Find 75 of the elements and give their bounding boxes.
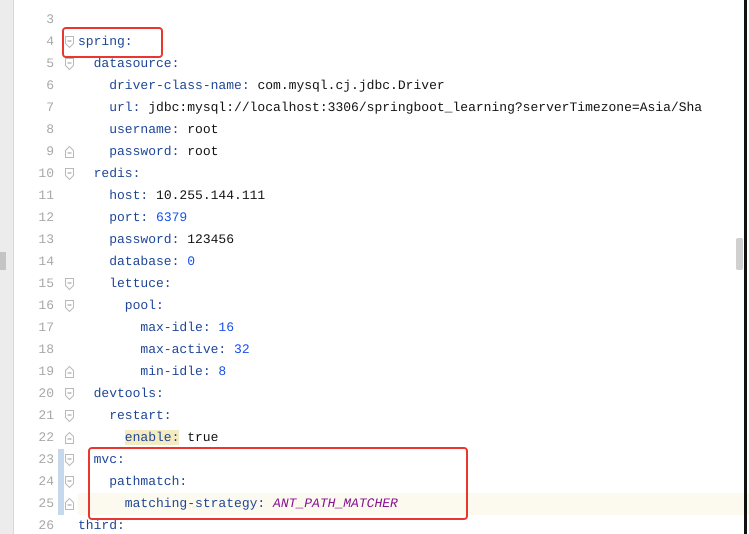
fold-start-icon[interactable] (65, 278, 74, 290)
line-number: 17 (37, 319, 55, 337)
line-number: 12 (37, 209, 55, 227)
yaml-key: database: (109, 254, 180, 269)
line-number: 9 (45, 143, 55, 161)
yaml-key: driver-class-name: (109, 78, 250, 93)
yaml-key: pool: (124, 298, 164, 313)
line-number: 13 (37, 231, 55, 249)
yaml-key: url: (109, 100, 140, 115)
fold-end-icon[interactable] (65, 146, 74, 158)
yaml-key: matching-strategy: (124, 496, 266, 511)
yaml-value: 123456 (187, 232, 234, 247)
yaml-value: root (187, 144, 218, 159)
line-number: 24 (37, 473, 55, 491)
yaml-key: devtools: (94, 386, 164, 401)
yaml-key: redis: (94, 166, 140, 181)
yaml-value: 16 (218, 320, 234, 335)
line-number: 25 (37, 495, 55, 513)
yaml-value: 0 (187, 254, 196, 269)
yaml-value: ANT_PATH_MATCHER (273, 496, 398, 511)
line-number: 21 (37, 407, 55, 425)
line-number: 15 (37, 275, 55, 293)
fold-start-icon[interactable] (65, 36, 74, 48)
line-number: 7 (45, 99, 55, 117)
yaml-value: 8 (218, 364, 226, 379)
yaml-key: spring: (78, 34, 133, 49)
line-number: 3 (45, 11, 55, 29)
line-number: 26 (37, 517, 55, 534)
line-number: 4 (45, 33, 55, 51)
yaml-key: password: (109, 144, 180, 159)
yaml-key: mvc: (94, 452, 125, 467)
fold-start-icon[interactable] (65, 58, 74, 70)
yaml-key: max-active: (140, 342, 226, 357)
line-number: 23 (37, 451, 55, 469)
fold-start-icon[interactable] (65, 410, 74, 422)
yaml-key: username: (109, 122, 180, 137)
yaml-key: max-idle: (140, 320, 211, 335)
line-number: 18 (37, 341, 55, 359)
scrollbar-thumb[interactable] (736, 238, 743, 270)
yaml-value: 32 (234, 342, 250, 357)
line-number: 10 (37, 165, 55, 183)
scrollbar-thumb[interactable] (0, 252, 6, 270)
fold-start-icon[interactable] (65, 476, 74, 488)
yaml-key: pathmatch: (109, 474, 188, 489)
fold-end-icon[interactable] (65, 366, 74, 378)
line-number: 16 (37, 297, 55, 315)
yaml-key: third: (78, 518, 125, 533)
fold-end-icon[interactable] (65, 498, 74, 510)
yaml-key: enable: (124, 430, 180, 445)
yaml-key: restart: (109, 408, 172, 423)
yaml-value: com.mysql.cj.jdbc.Driver (257, 78, 445, 93)
yaml-value: true (187, 430, 218, 445)
yaml-key: lettuce: (109, 276, 172, 291)
yaml-value: 6379 (156, 210, 188, 225)
fold-start-icon[interactable] (65, 388, 74, 400)
yaml-value: 10.255.144.111 (156, 188, 266, 203)
yaml-value: root (187, 122, 218, 137)
line-number: 22 (37, 429, 55, 447)
fold-end-icon[interactable] (65, 432, 74, 444)
yaml-key: port: (109, 210, 148, 225)
fold-start-icon[interactable] (65, 454, 74, 466)
line-number: 8 (45, 121, 55, 139)
fold-start-icon[interactable] (65, 168, 74, 180)
line-number: 5 (45, 55, 55, 73)
line-number: 6 (45, 77, 55, 95)
yaml-key: host: (109, 188, 148, 203)
yaml-key: datasource: (94, 56, 180, 71)
yaml-key: password: (109, 232, 180, 247)
line-number: 20 (37, 385, 55, 403)
line-number: 19 (37, 363, 55, 381)
yaml-key: min-idle: (140, 364, 211, 379)
yaml-value: jdbc:mysql://localhost:3306/springboot_learning?serverTimezone=Asia/Sha (148, 100, 702, 115)
line-number: 14 (37, 253, 55, 271)
fold-start-icon[interactable] (65, 300, 74, 312)
line-number: 11 (37, 187, 55, 205)
